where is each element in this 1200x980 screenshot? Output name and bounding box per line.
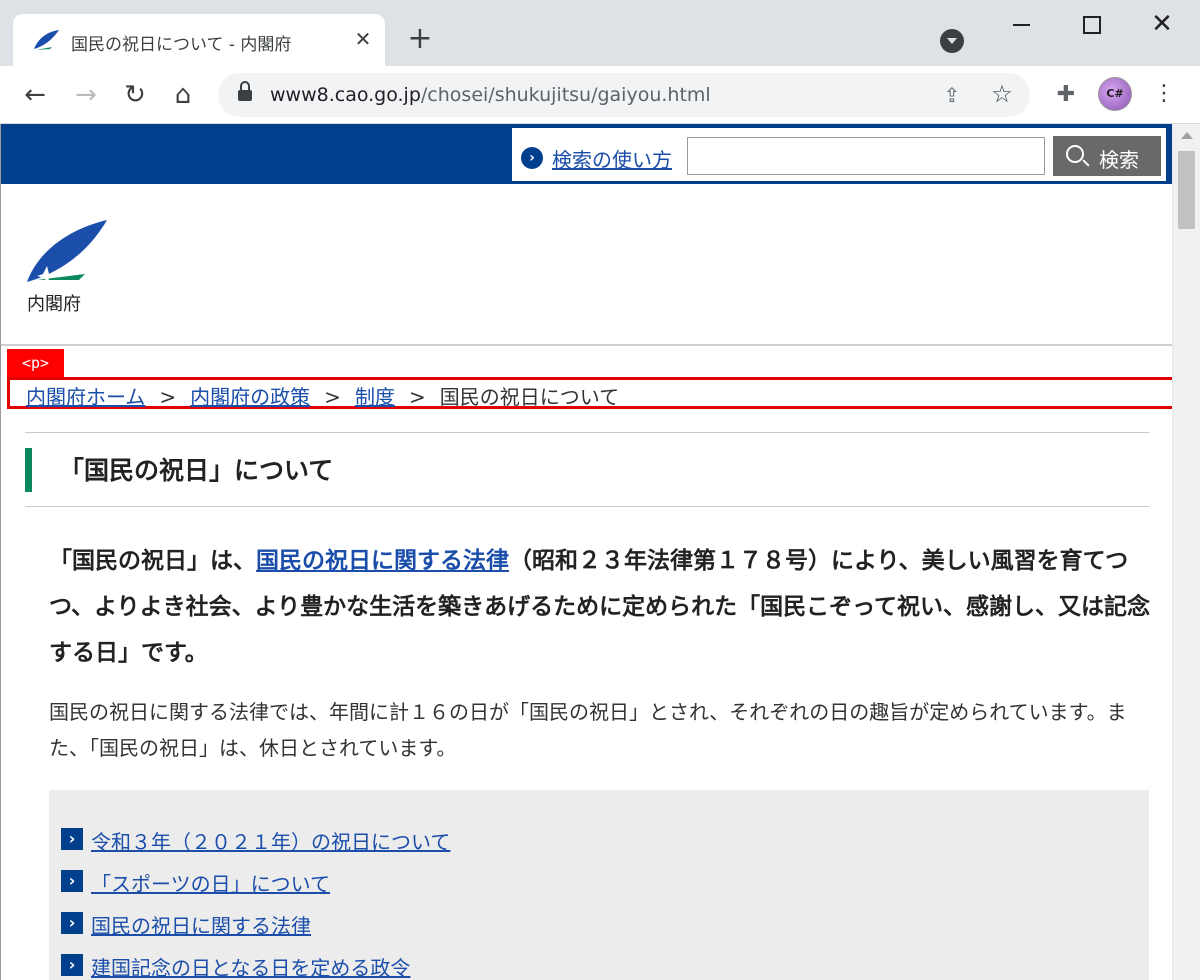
chevron-right-icon: ›: [61, 954, 83, 976]
site-header: › 検索の使い方 検索: [1, 124, 1172, 184]
breadcrumb-separator: >: [159, 385, 177, 409]
vertical-scrollbar[interactable]: [1172, 124, 1200, 980]
extensions-puzzle-icon[interactable]: ✚: [1052, 81, 1080, 109]
breadcrumb: 内閣府ホーム > 内閣府の政策 > 制度 > 国民の祝日について: [7, 377, 1172, 409]
body-paragraph: 国民の祝日に関する法律では、年間に計１６の日が「国民の祝日」とされ、それぞれの日…: [49, 700, 1127, 760]
inspector-tag-label: <p>: [7, 349, 64, 379]
share-icon[interactable]: ⇪: [940, 83, 964, 107]
tab-strip: 国民の祝日について - 内閣府 ✕ + ✕: [0, 0, 1200, 66]
new-tab-button[interactable]: +: [404, 24, 436, 56]
profile-avatar[interactable]: C#: [1098, 77, 1132, 111]
breadcrumb-list: 内閣府ホーム > 内閣府の政策 > 制度 > 国民の祝日について: [26, 381, 619, 410]
related-link-label[interactable]: 建国記念の日となる日を定める政令: [91, 952, 410, 980]
lead-paragraph: 「国民の祝日」は、国民の祝日に関する法律（昭和２３年法律第１７８号）により、美し…: [49, 538, 1159, 676]
breadcrumb-separator: >: [408, 385, 426, 409]
related-link-label[interactable]: 令和３年（２０２１年）の祝日について: [91, 826, 450, 855]
title-top-divider: [25, 432, 1149, 433]
related-link-label[interactable]: 国民の祝日に関する法律: [91, 910, 311, 939]
law-link[interactable]: 国民の祝日に関する法律: [256, 548, 509, 574]
url-text[interactable]: www8.cao.go.jp/chosei/shukujitsu/gaiyou.…: [270, 84, 711, 106]
related-links-box: › 令和３年（２０２１年）の祝日について › 「スポーツの日」について › 国民…: [49, 790, 1149, 980]
site-logo[interactable]: 内閣府: [23, 218, 113, 318]
close-window-button[interactable]: ✕: [1142, 8, 1182, 42]
search-button[interactable]: 検索: [1053, 136, 1161, 176]
title-bottom-divider: [25, 506, 1149, 507]
forward-arrow-icon[interactable]: →: [69, 78, 103, 112]
breadcrumb-home-link[interactable]: 内閣府ホーム: [26, 385, 145, 409]
breadcrumb-current: 国民の祝日について: [439, 385, 620, 409]
breadcrumb-policy-link[interactable]: 内閣府の政策: [190, 385, 310, 409]
chevron-right-icon: ›: [61, 912, 83, 934]
chevron-right-icon: ›: [61, 828, 83, 850]
browser-tab[interactable]: 国民の祝日について - 内閣府 ✕: [13, 14, 385, 66]
search-icon: [1066, 145, 1084, 163]
page-title: 「国民の祝日」について: [59, 456, 334, 485]
close-tab-icon[interactable]: ✕: [349, 25, 377, 53]
lead-text-1: 「国民の祝日」は、: [49, 548, 256, 574]
page-viewport: › 検索の使い方 検索 内閣府 <p> 内閣府ホーム > 内閣府の政策 > 制度 > 国民の…: [0, 124, 1172, 980]
logo-text: 内閣府: [27, 294, 81, 315]
breadcrumb-system-link[interactable]: 制度: [355, 385, 395, 409]
home-icon[interactable]: ⌂: [166, 78, 200, 112]
browser-toolbar: ← → ↻ ⌂ www8.cao.go.jp/chosei/shukujitsu…: [0, 66, 1200, 124]
scrollbar-thumb[interactable]: [1178, 151, 1195, 229]
title-accent-bar: [25, 448, 32, 492]
breadcrumb-separator: >: [324, 385, 341, 409]
tab-search-icon[interactable]: [940, 29, 964, 53]
cabinet-office-favicon-icon: [34, 30, 59, 50]
site-search-box: › 検索の使い方 検索: [512, 128, 1166, 181]
search-input[interactable]: [687, 137, 1045, 175]
lock-icon[interactable]: [238, 81, 252, 101]
more-menu-icon[interactable]: ⋮: [1152, 79, 1176, 109]
chevron-right-icon: ›: [61, 870, 83, 892]
back-arrow-icon[interactable]: ←: [18, 78, 52, 112]
header-divider: [1, 344, 1172, 346]
bookmark-star-icon[interactable]: ☆: [990, 82, 1014, 106]
chevron-right-icon[interactable]: ›: [521, 147, 543, 169]
search-button-label: 検索: [1099, 150, 1139, 172]
address-bar[interactable]: www8.cao.go.jp/chosei/shukujitsu/gaiyou.…: [218, 73, 1030, 117]
minimize-button[interactable]: [1002, 8, 1042, 42]
maximize-button[interactable]: [1072, 8, 1112, 42]
search-help-link[interactable]: 検索の使い方: [552, 144, 672, 173]
url-path: /chosei/shukujitsu/gaiyou.html: [420, 84, 711, 106]
url-host: www8.cao.go.jp: [270, 84, 421, 106]
reload-icon[interactable]: ↻: [118, 78, 152, 112]
tab-title: 国民の祝日について - 内閣府: [71, 35, 292, 55]
related-link-label[interactable]: 「スポーツの日」について: [91, 868, 330, 897]
scroll-up-arrow-icon[interactable]: [1181, 132, 1193, 139]
cabinet-office-logo-icon: [27, 220, 107, 286]
